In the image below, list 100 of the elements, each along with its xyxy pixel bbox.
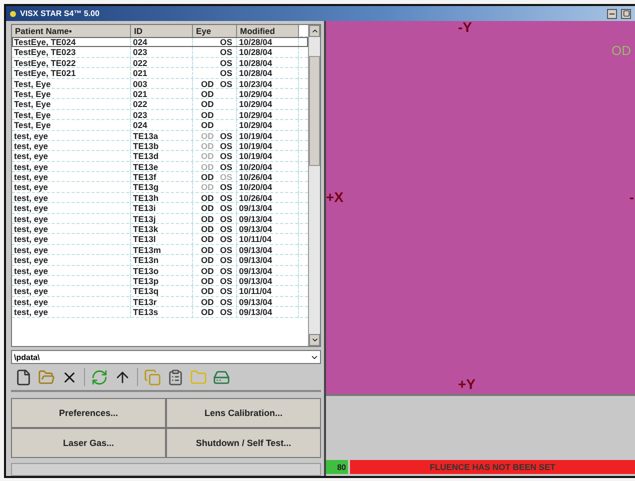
- patient-row[interactable]: test, eye TE13j OD OS 09/13/04: [12, 214, 308, 224]
- table-cell: 10/28/04: [237, 68, 299, 79]
- table-cell: test, eye: [12, 140, 131, 152]
- patient-row[interactable]: test, eye TE13e OD OS 10/20/04: [12, 162, 308, 172]
- table-cell: 09/13/04: [237, 255, 299, 266]
- table-cell: 09/13/04: [237, 276, 299, 286]
- patient-row[interactable]: TestEye, TE021 021 OS 10/28/04: [12, 68, 308, 79]
- eye-code: OS: [220, 276, 234, 286]
- scrollbar[interactable]: [308, 25, 320, 346]
- patient-row[interactable]: Test, Eye 022 OD 10/29/04: [12, 99, 308, 110]
- eye-code: OD: [201, 110, 215, 120]
- table-cell: 023: [131, 47, 193, 58]
- table-cell: test, eye: [12, 203, 131, 214]
- table-cell: TE13l: [131, 234, 193, 245]
- patient-row[interactable]: Test, Eye 003 OD OS 10/23/04: [12, 78, 308, 89]
- table-cell: 021: [131, 88, 193, 100]
- eye-code: OD: [201, 214, 215, 224]
- eye-code: OS: [220, 58, 234, 68]
- table-cell: Test, Eye: [12, 120, 131, 131]
- patient-row[interactable]: test, eye TE13l OD OS 10/11/04: [12, 234, 308, 245]
- table-cell: TE13i: [131, 203, 193, 214]
- axis-label: -Y: [458, 19, 472, 35]
- table-cell: TE13p: [131, 276, 193, 286]
- patient-row[interactable]: test, eye TE13m OD OS 09/13/04: [12, 244, 308, 256]
- table-cell: 003: [131, 78, 193, 89]
- eye-code: OS: [220, 296, 234, 308]
- table-cell: 09/13/04: [237, 203, 299, 214]
- table-cell: 10/26/04: [237, 172, 299, 182]
- table-cell: 09/13/04: [237, 244, 299, 256]
- table-cell: 10/19/04: [237, 151, 299, 162]
- patient-row[interactable]: test, eye TE13n OD OS 09/13/04: [12, 255, 308, 266]
- patient-row[interactable]: test, eye TE13k OD OS 09/13/04: [12, 224, 308, 234]
- table-cell: test, eye: [12, 182, 131, 193]
- patient-row[interactable]: TestEye, TE023 023 OS 10/28/04: [12, 47, 308, 58]
- eye-code: OD: [201, 244, 215, 256]
- column-header[interactable]: Patient Name▪: [12, 25, 131, 38]
- eye-code: OS: [220, 68, 234, 79]
- column-header[interactable]: ID: [131, 25, 193, 38]
- patient-row[interactable]: test, eye TE13q OD OS 10/11/04: [12, 286, 308, 297]
- drive-icon[interactable]: [213, 368, 230, 386]
- eye-code: OD: [201, 88, 215, 100]
- app-icon: [10, 10, 16, 16]
- table-cell: TE13o: [131, 266, 193, 276]
- patient-row[interactable]: TestEye, TE024 024 OS 10/28/04: [12, 37, 308, 48]
- eye-code: OS: [220, 255, 234, 266]
- patient-row[interactable]: test, eye TE13a OD OS 10/19/04: [12, 130, 308, 141]
- patient-row[interactable]: test, eye TE13g OD OS 10/20/04: [12, 182, 308, 193]
- patient-row[interactable]: Test, Eye 021 OD 10/29/04: [12, 88, 308, 100]
- patient-row[interactable]: test, eye TE13i OD OS 09/13/04: [12, 203, 308, 214]
- table-cell: 10/29/04: [237, 99, 299, 110]
- eye-code: OS: [220, 224, 234, 234]
- action-button[interactable]: Shutdown / Self Test...: [166, 428, 321, 458]
- action-button[interactable]: Lens Calibration...: [166, 398, 321, 428]
- column-header[interactable]: Modified: [237, 25, 299, 38]
- table-cell: test, eye: [12, 296, 131, 308]
- table-cell: 10/29/04: [237, 88, 299, 100]
- eye-code: OD: [201, 203, 215, 214]
- table-cell: Test, Eye: [12, 110, 131, 120]
- patient-row[interactable]: test, eye TE13o OD OS 09/13/04: [12, 266, 308, 276]
- table-cell: Test, Eye: [12, 88, 131, 100]
- column-header[interactable]: Eye: [193, 25, 237, 38]
- table-cell: test, eye: [12, 224, 131, 234]
- table-cell: test, eye: [12, 244, 131, 256]
- action-button[interactable]: Preferences...: [11, 398, 166, 428]
- table-cell: 09/13/04: [237, 266, 299, 276]
- new-file-icon[interactable]: [15, 368, 32, 386]
- table-cell: TestEye, TE022: [12, 58, 131, 68]
- table-cell: 10/11/04: [237, 286, 299, 297]
- patient-row[interactable]: test, eye TE13f OD OS 10/26/04: [12, 172, 308, 182]
- patient-row[interactable]: test, eye TE13s OD OS 09/13/04: [12, 307, 308, 318]
- table-cell: 09/13/04: [237, 224, 299, 234]
- table-cell: 09/13/04: [237, 296, 299, 308]
- scroll-thumb[interactable]: [309, 56, 320, 166]
- eye-code: OS: [220, 244, 234, 256]
- patient-row[interactable]: Test, Eye 024 OD 10/29/04: [12, 120, 308, 131]
- action-button[interactable]: Laser Gas...: [11, 428, 166, 458]
- table-cell: 10/23/04: [237, 78, 299, 89]
- patient-row[interactable]: test, eye TE13r OD OS 09/13/04: [12, 296, 308, 308]
- patient-row[interactable]: test, eye TE13d OD OS 10/19/04: [12, 151, 308, 162]
- eye-code: OD: [201, 182, 215, 193]
- table-cell: TE13n: [131, 255, 193, 266]
- eye-code: OS: [220, 266, 234, 276]
- table-cell: 10/19/04: [237, 140, 299, 152]
- table-cell: 10/28/04: [237, 47, 299, 58]
- table-cell: test, eye: [12, 162, 131, 172]
- patient-row[interactable]: test, eye TE13p OD OS 09/13/04: [12, 276, 308, 286]
- patient-row[interactable]: TestEye, TE022 022 OS 10/28/04: [12, 58, 308, 68]
- table-cell: test, eye: [12, 151, 131, 162]
- patient-row[interactable]: test, eye TE13h OD OS 10/26/04: [12, 192, 308, 204]
- clipboard-icon[interactable]: [167, 368, 184, 386]
- table-cell: TE13m: [131, 244, 193, 256]
- axis-label: +X: [326, 189, 344, 205]
- eye-code: OD: [201, 266, 215, 276]
- table-cell: test, eye: [12, 286, 131, 297]
- patient-row[interactable]: Test, Eye 023 OD 10/29/04: [12, 110, 308, 120]
- eye-code: OD: [201, 130, 215, 141]
- patient-row[interactable]: test, eye TE13b OD OS 10/19/04: [12, 140, 308, 152]
- status-message: FLUENCE HAS NOT BEEN SET: [350, 460, 635, 474]
- table-cell: test, eye: [12, 266, 131, 276]
- window-title: VISX STAR S4™ 5.00: [20, 9, 100, 18]
